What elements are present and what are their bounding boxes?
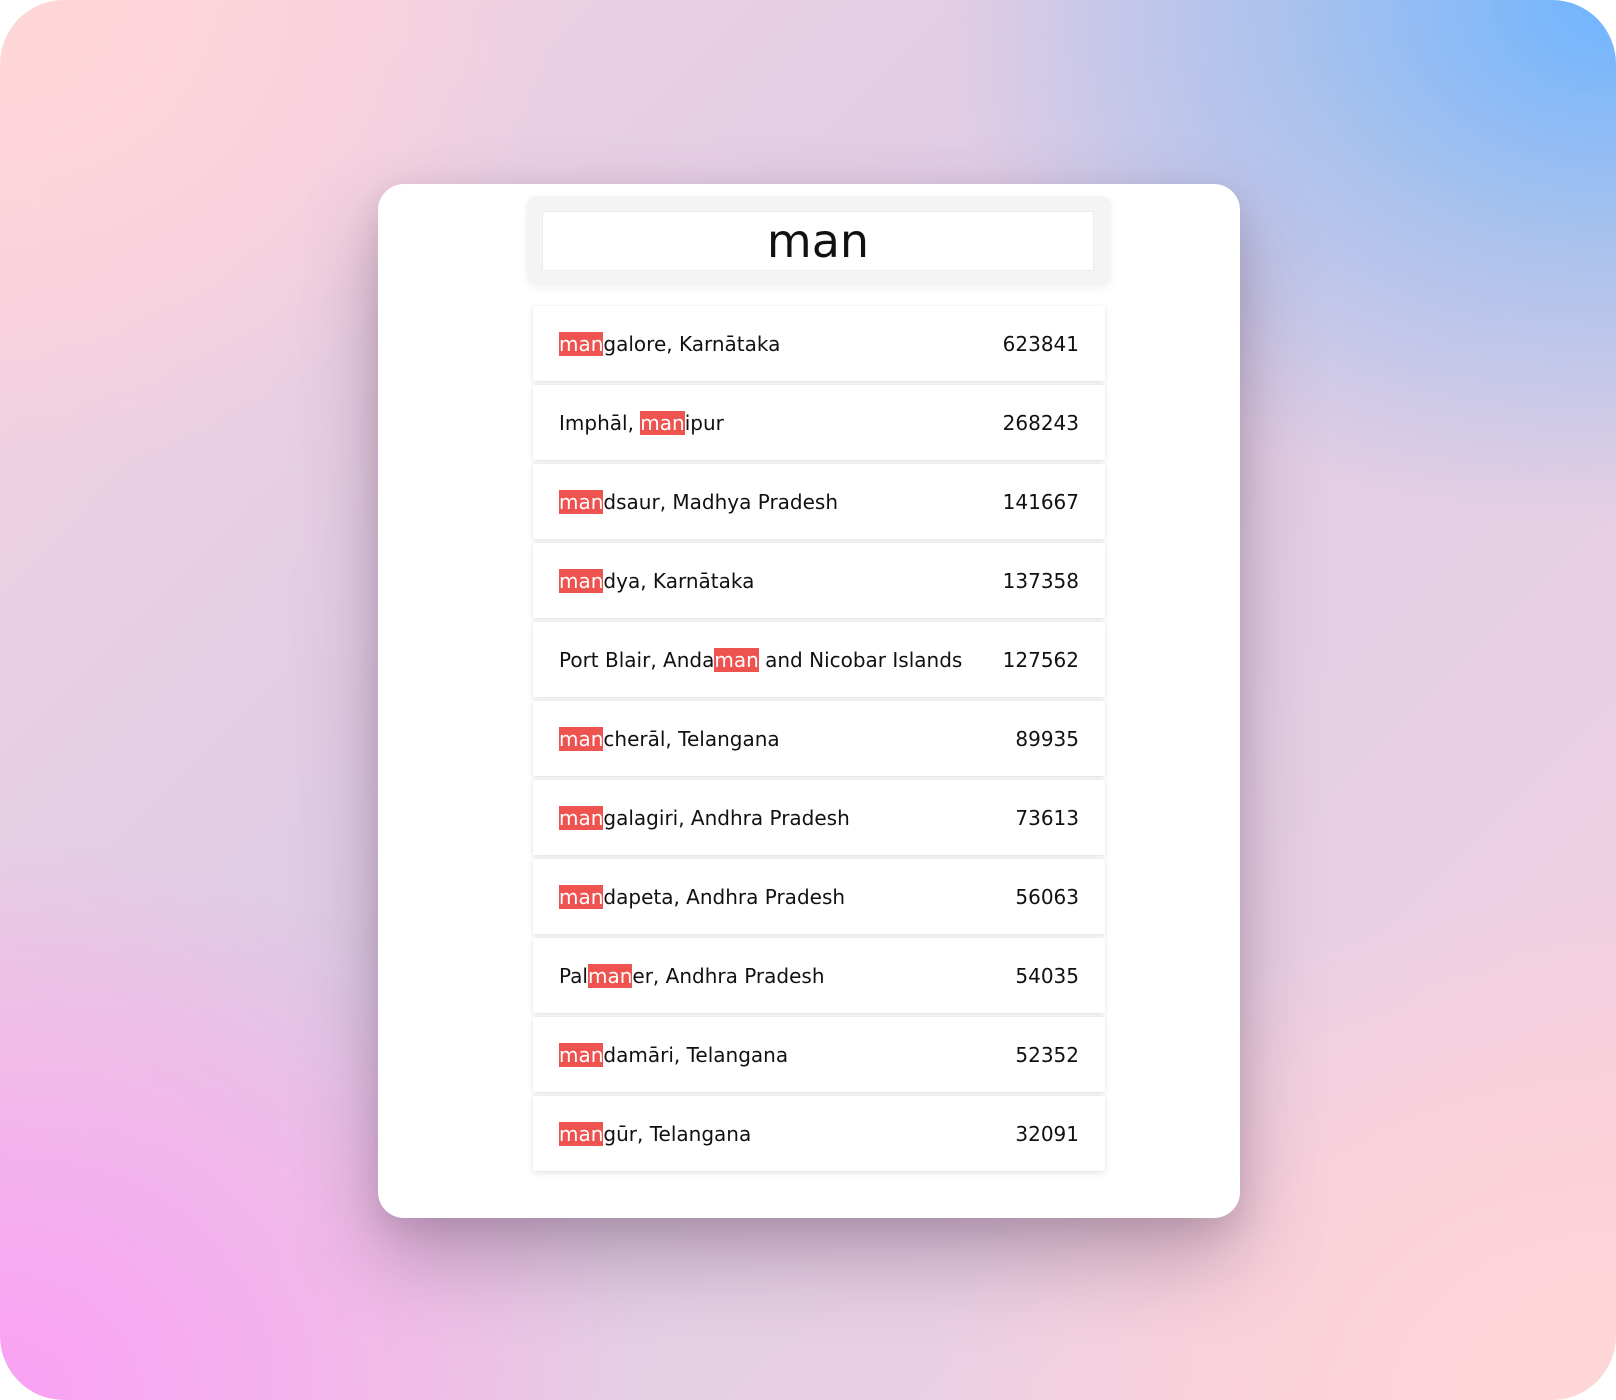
result-row[interactable]: mandapeta, Andhra Pradesh 56063	[533, 859, 1105, 934]
search-card: mangalore, Karnātaka623841Imphāl, manipu…	[378, 184, 1240, 1218]
result-city-name: mandamāri, Telangana	[559, 1042, 789, 1067]
result-population: 32091	[1015, 1121, 1079, 1146]
gradient-background: mangalore, Karnātaka623841Imphāl, manipu…	[0, 0, 1616, 1400]
suggestions-list: mangalore, Karnātaka 623841 Imphāl, manipu…	[533, 306, 1105, 1175]
result-population: 127562	[1002, 647, 1079, 672]
result-population: 623841	[1002, 331, 1079, 356]
result-name-suffix: and Nicobar Islands	[758, 647, 963, 672]
match-highlight: man	[559, 1042, 604, 1067]
match-highlight: man	[714, 647, 759, 672]
result-name-suffix: ipur	[684, 410, 724, 435]
result-city-name: mancherāl, Telangana	[559, 726, 780, 751]
search-input[interactable]	[542, 211, 1094, 271]
result-row[interactable]: mandsaur, Madhya Pradesh 141667	[533, 464, 1105, 539]
result-city-name: mandya, Karnātaka	[559, 568, 755, 593]
match-highlight: man	[559, 884, 604, 909]
result-name-suffix: galore, Karnātaka	[603, 331, 781, 356]
result-row[interactable]: mandya, Karnātaka 137358	[533, 543, 1105, 618]
result-name-suffix: dapeta, Andhra Pradesh	[603, 884, 846, 909]
match-highlight: man	[640, 410, 685, 435]
result-name-suffix: gūr, Telangana	[603, 1121, 752, 1146]
match-highlight: man	[559, 726, 604, 751]
result-name-prefix: Imphāl,	[559, 410, 641, 435]
result-city-name: mangalagiri, Andhra Pradesh	[559, 805, 850, 830]
match-highlight: man	[559, 489, 604, 514]
result-population: 268243	[1002, 410, 1079, 435]
result-population: 89935	[1015, 726, 1079, 751]
result-name-suffix: dsaur, Madhya Pradesh	[603, 489, 839, 514]
result-name-prefix: Pal	[559, 963, 588, 988]
result-name-suffix: galagiri, Andhra Pradesh	[603, 805, 850, 830]
result-population: 73613	[1015, 805, 1079, 830]
result-city-name: mandapeta, Andhra Pradesh	[559, 884, 846, 909]
match-highlight: man	[559, 805, 604, 830]
result-city-name: Port Blair, Andaman and Nicobar Islands	[559, 647, 963, 672]
match-highlight: man	[559, 1121, 604, 1146]
result-name-suffix: damāri, Telangana	[603, 1042, 789, 1067]
result-row[interactable]: Imphāl, manipur 268243	[533, 385, 1105, 460]
match-highlight: man	[559, 568, 604, 593]
result-city-name: mangūr, Telangana	[559, 1121, 752, 1146]
result-row[interactable]: Port Blair, Andaman and Nicobar Islands 1…	[533, 622, 1105, 697]
result-row[interactable]: mangalore, Karnātaka 623841	[533, 306, 1105, 381]
result-population: 137358	[1002, 568, 1079, 593]
result-name-suffix: dya, Karnātaka	[603, 568, 755, 593]
result-name-prefix: Port Blair, Anda	[559, 647, 715, 672]
result-city-name: Palmaner, Andhra Pradesh	[559, 963, 825, 988]
result-city-name: mangalore, Karnātaka	[559, 331, 781, 356]
search-box	[527, 196, 1111, 286]
result-population: 54035	[1015, 963, 1079, 988]
result-population: 141667	[1002, 489, 1079, 514]
result-name-suffix: er, Andhra Pradesh	[632, 963, 825, 988]
match-highlight: man	[559, 331, 604, 356]
result-population: 52352	[1015, 1042, 1079, 1067]
result-city-name: mandsaur, Madhya Pradesh	[559, 489, 839, 514]
result-row[interactable]: Palmaner, Andhra Pradesh 54035	[533, 938, 1105, 1013]
result-row[interactable]: mangalagiri, Andhra Pradesh 73613	[533, 780, 1105, 855]
result-name-suffix: cherāl, Telangana	[603, 726, 780, 751]
result-row[interactable]: mangūr, Telangana 32091	[533, 1096, 1105, 1171]
match-highlight: man	[587, 963, 633, 988]
result-row[interactable]: mancherāl, Telangana 89935	[533, 701, 1105, 776]
result-population: 56063	[1015, 884, 1079, 909]
result-city-name: Imphāl, manipur	[559, 410, 724, 435]
result-row[interactable]: mandamāri, Telangana 52352	[533, 1017, 1105, 1092]
